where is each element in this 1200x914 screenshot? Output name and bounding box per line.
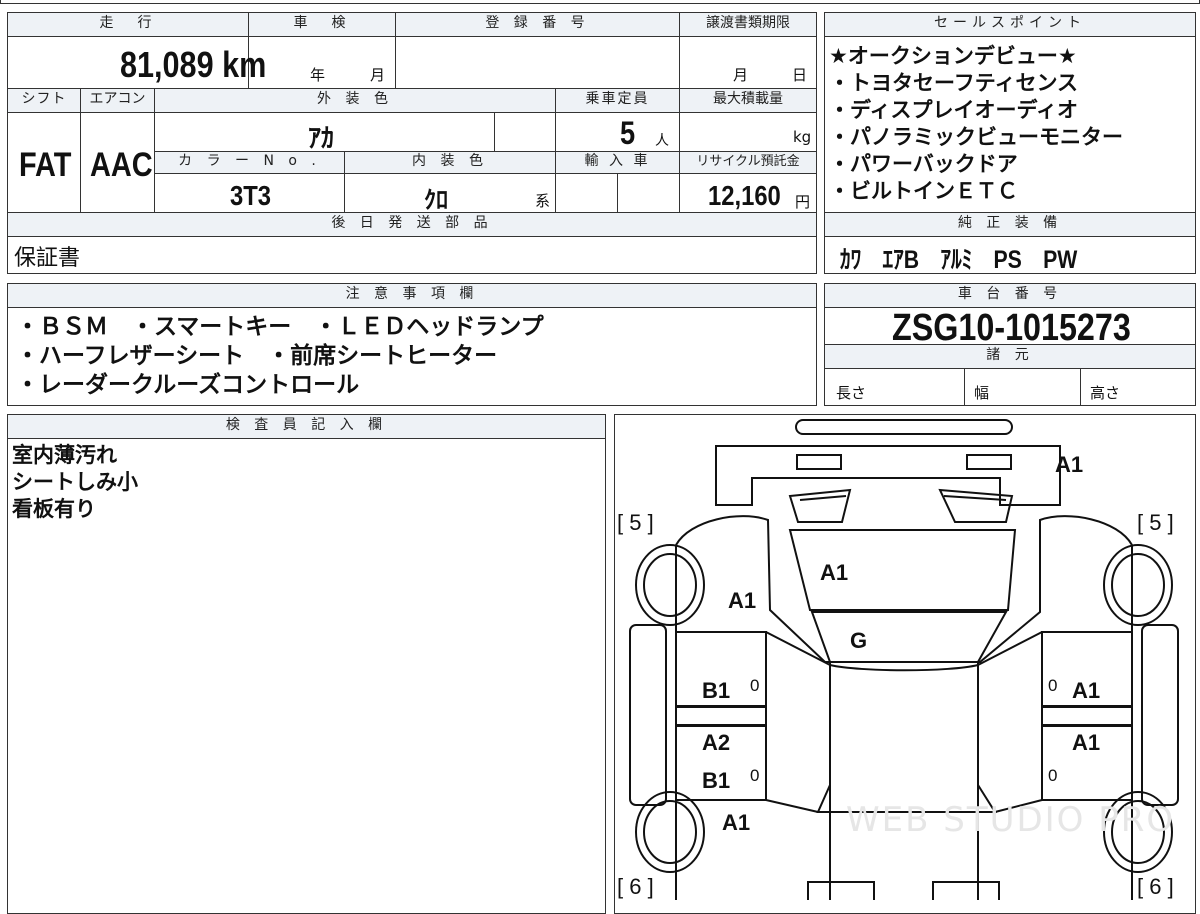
- watermark: WEB STUDIO PRO: [846, 800, 1176, 840]
- mark-left-quarter: A1: [722, 810, 751, 835]
- mark-front-bumper: A1: [1055, 452, 1084, 477]
- tire-front-left: [ 5 ]: [617, 510, 654, 535]
- mark-left-front-door: B1: [702, 678, 731, 703]
- zero-mark: 0: [750, 766, 760, 785]
- tire-rear-left: [ 6 ]: [617, 874, 654, 899]
- mark-hood: A1: [820, 560, 849, 585]
- tire-rear-right: [ 6 ]: [1137, 874, 1174, 899]
- tire-front-right: [ 5 ]: [1137, 510, 1174, 535]
- zero-mark: 0: [750, 676, 760, 695]
- mark-left-front-fender: A1: [728, 588, 757, 613]
- car-diagram: [629, 419, 1179, 900]
- mark-left-rear-door-a: A2: [702, 730, 731, 755]
- mark-roof: G: [850, 628, 868, 653]
- zero-mark: 0: [1048, 766, 1058, 785]
- mark-left-rear-door-b: B1: [702, 768, 731, 793]
- mark-right-rear-door: A1: [1072, 730, 1101, 755]
- mark-right-front-door: A1: [1072, 678, 1101, 703]
- zero-mark: 0: [1048, 676, 1058, 695]
